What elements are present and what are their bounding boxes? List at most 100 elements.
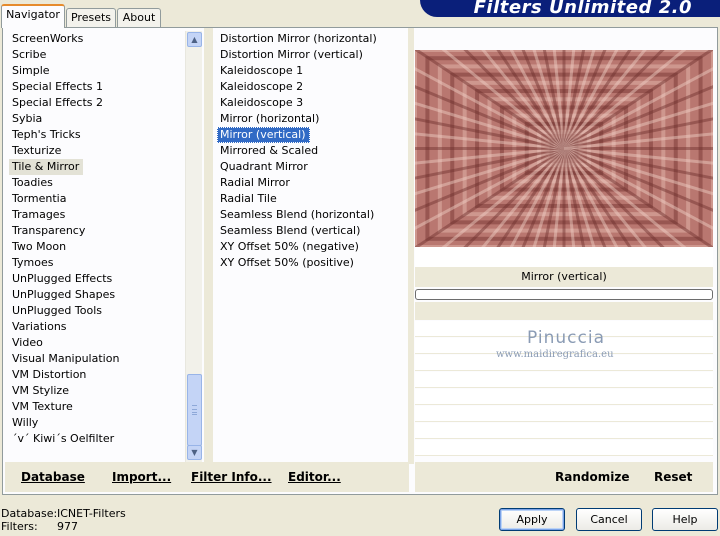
filter-item[interactable]: Radial Mirror — [217, 175, 407, 191]
filter-item[interactable]: Mirrored & Scaled — [217, 143, 407, 159]
category-item-label: UnPlugged Tools — [12, 304, 102, 317]
category-item[interactable]: ScreenWorks — [9, 31, 185, 47]
import-button[interactable]: Import... — [112, 470, 171, 484]
category-item[interactable]: Tramages — [9, 207, 185, 223]
category-item[interactable]: Video — [9, 335, 185, 351]
category-item[interactable]: Simple — [9, 63, 185, 79]
filter-item-label: Radial Mirror — [220, 176, 290, 189]
watermark-site: www.maidiregrafica.eu — [496, 349, 614, 360]
category-item[interactable]: Willy — [9, 415, 185, 431]
slider-slot[interactable] — [415, 423, 713, 439]
category-item[interactable]: Teph's Tricks — [9, 127, 185, 143]
slider-slot[interactable] — [415, 372, 713, 388]
category-item-label: VM Distortion — [12, 368, 87, 381]
filter-item[interactable]: Seamless Blend (vertical) — [217, 223, 407, 239]
filter-item-label: Kaleidoscope 1 — [220, 64, 304, 77]
category-item-label: Sybia — [12, 112, 43, 125]
category-item[interactable]: Tile & Mirror — [9, 159, 185, 175]
filter-item[interactable]: Quadrant Mirror — [217, 159, 407, 175]
filter-item[interactable]: Kaleidoscope 1 — [217, 63, 407, 79]
category-item[interactable]: UnPlugged Effects — [9, 271, 185, 287]
category-item-label: Teph's Tricks — [12, 128, 81, 141]
tab-presets[interactable]: Presets — [66, 8, 116, 27]
category-item[interactable]: UnPlugged Shapes — [9, 287, 185, 303]
category-item[interactable]: Transparency — [9, 223, 185, 239]
category-item[interactable]: Tormentia — [9, 191, 185, 207]
help-button[interactable]: Help — [652, 508, 718, 531]
filter-item-label: Distortion Mirror (horizontal) — [220, 32, 377, 45]
category-item-label: Simple — [12, 64, 50, 77]
category-item[interactable]: VM Distortion — [9, 367, 185, 383]
chevron-down-icon[interactable]: ▼ — [187, 445, 202, 460]
category-item[interactable]: Toadies — [9, 175, 185, 191]
slider-slot[interactable] — [415, 440, 713, 456]
category-item-label: Variations — [12, 320, 67, 333]
reset-button[interactable]: Reset — [654, 470, 692, 484]
category-item[interactable]: ´v´ Kiwi´s Oelfilter — [9, 431, 185, 447]
category-item[interactable]: UnPlugged Tools — [9, 303, 185, 319]
progress-bar — [415, 289, 713, 300]
filter-item[interactable]: XY Offset 50% (positive) — [217, 255, 407, 271]
tab-label: Presets — [70, 11, 112, 24]
category-item-label: Special Effects 1 — [12, 80, 104, 93]
category-item[interactable]: Scribe — [9, 47, 185, 63]
category-item-label: Texturize — [12, 144, 62, 157]
category-item-label: VM Stylize — [12, 384, 69, 397]
filter-item[interactable]: Kaleidoscope 3 — [217, 95, 407, 111]
category-item-label: Special Effects 2 — [12, 96, 104, 109]
filter-info-button[interactable]: Filter Info... — [191, 470, 272, 484]
filters-label: Filters: — [1, 520, 38, 533]
filter-item-label: Seamless Blend (horizontal) — [220, 208, 375, 221]
category-item-label: Video — [12, 336, 43, 349]
cancel-button[interactable]: Cancel — [576, 508, 642, 531]
slider-slot[interactable] — [415, 406, 713, 422]
category-item[interactable]: VM Stylize — [9, 383, 185, 399]
category-item[interactable]: Special Effects 1 — [9, 79, 185, 95]
category-item[interactable]: Sybia — [9, 111, 185, 127]
apply-button[interactable]: Apply — [499, 508, 565, 531]
filter-list[interactable]: Distortion Mirror (horizontal) Distortion… — [217, 31, 407, 451]
category-item[interactable]: Variations — [9, 319, 185, 335]
category-item[interactable]: Two Moon — [9, 239, 185, 255]
category-list[interactable]: ScreenWorks Scribe Simple Special Effects 1… — [9, 31, 185, 451]
scrollbar-thumb[interactable] — [187, 374, 202, 446]
category-scrollbar[interactable]: ▲ ▼ — [185, 31, 202, 463]
filter-item-label: Distortion Mirror (vertical) — [220, 48, 363, 61]
filter-item-label: Kaleidoscope 3 — [220, 96, 304, 109]
category-item-label: UnPlugged Effects — [12, 272, 113, 285]
editor-button[interactable]: Editor... — [288, 470, 341, 484]
category-item[interactable]: Visual Manipulation — [9, 351, 185, 367]
filter-item[interactable]: XY Offset 50% (negative) — [217, 239, 407, 255]
filter-item[interactable]: Kaleidoscope 2 — [217, 79, 407, 95]
randomize-button[interactable]: Randomize — [555, 470, 629, 484]
filter-item-label: Kaleidoscope 2 — [220, 80, 304, 93]
preview-caption: Mirror (vertical) — [415, 267, 713, 287]
category-item-label: Transparency — [12, 224, 86, 237]
tab-navigator[interactable]: Navigator — [1, 4, 65, 28]
filter-item-label: Mirror (vertical) — [217, 127, 310, 143]
filter-item-label: XY Offset 50% (positive) — [220, 256, 354, 269]
category-item-label: UnPlugged Shapes — [12, 288, 116, 301]
filter-item[interactable]: Radial Tile — [217, 191, 407, 207]
category-item[interactable]: Texturize — [9, 143, 185, 159]
category-item-label: VM Texture — [12, 400, 73, 413]
filter-item[interactable]: Distortion Mirror (vertical) — [217, 47, 407, 63]
category-item[interactable]: Special Effects 2 — [9, 95, 185, 111]
slider-slot[interactable] — [415, 389, 713, 405]
database-value: ICNET-Filters — [57, 507, 126, 520]
filter-item[interactable]: Mirror (vertical) — [217, 127, 407, 143]
filters-count: 977 — [57, 520, 78, 533]
watermark-name: Pinuccia — [527, 328, 605, 348]
database-label: Database: — [1, 507, 58, 520]
tab-about[interactable]: About — [117, 8, 161, 27]
filter-item[interactable]: Mirror (horizontal) — [217, 111, 407, 127]
category-item-label: Tramages — [12, 208, 66, 221]
chevron-up-icon[interactable]: ▲ — [187, 32, 202, 47]
filter-item[interactable]: Distortion Mirror (horizontal) — [217, 31, 407, 47]
category-item-label: ScreenWorks — [12, 32, 84, 45]
category-item[interactable]: VM Texture — [9, 399, 185, 415]
database-button[interactable]: Database — [21, 470, 85, 484]
category-item[interactable]: Tymoes — [9, 255, 185, 271]
tab-label: Navigator — [6, 8, 60, 21]
filter-item[interactable]: Seamless Blend (horizontal) — [217, 207, 407, 223]
